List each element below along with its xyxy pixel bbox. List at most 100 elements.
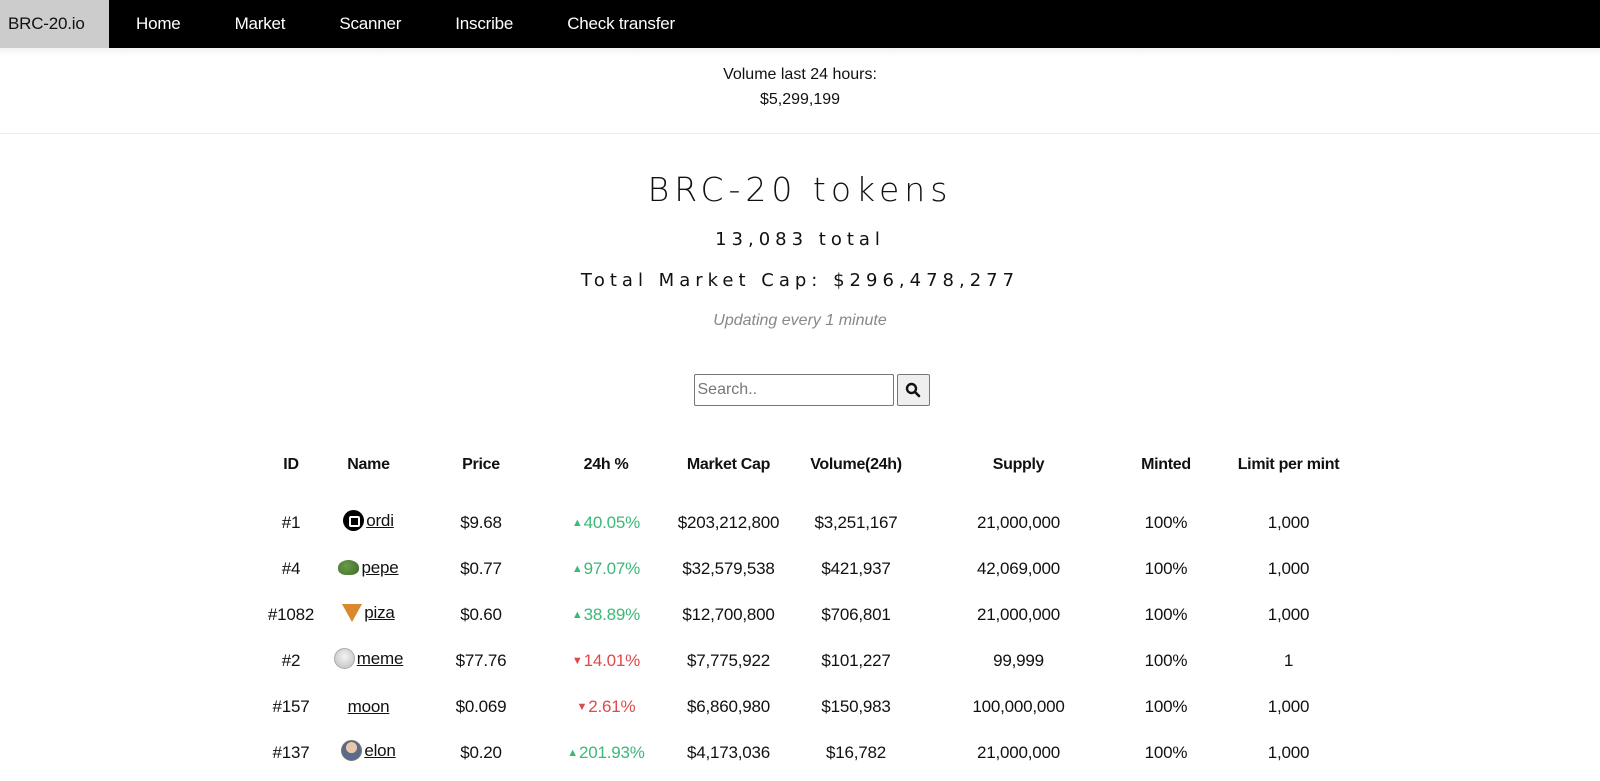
table-row[interactable]: #2 meme $77.76 ▼14.01% $7,775,922 $101,2…	[251, 638, 1371, 684]
change-value: 97.07%	[583, 559, 641, 578]
nav-item-market[interactable]: Market	[208, 0, 313, 48]
token-price: $0.60	[460, 605, 502, 624]
token-price: $77.76	[455, 651, 507, 670]
nav-item-inscribe[interactable]: Inscribe	[428, 0, 540, 48]
nav-item-check-transfer[interactable]: Check transfer	[540, 0, 702, 48]
token-minted: 100%	[1144, 697, 1188, 716]
token-market-cap: $6,860,980	[686, 697, 771, 716]
page-title: BRC-20 tokens	[647, 170, 953, 209]
token-limit-per-mint: 1,000	[1267, 605, 1310, 624]
token-name: pepe	[361, 557, 399, 577]
token-price: $0.77	[460, 559, 502, 578]
token-name: elon	[364, 740, 396, 760]
token-name-link[interactable]: piza	[342, 603, 395, 623]
elon-logo-icon	[341, 740, 363, 761]
token-minted: 100%	[1144, 513, 1188, 532]
token-name-link[interactable]: pepe	[338, 557, 399, 578]
token-name-cell: pepe	[331, 546, 406, 592]
token-minted: 100%	[1144, 605, 1188, 624]
volume-value: $5,299,199	[759, 91, 841, 108]
search-icon	[905, 382, 921, 398]
token-limit-per-mint: 1	[1283, 651, 1294, 670]
token-supply: 99,999	[993, 651, 1044, 670]
change-value: 2.61%	[588, 697, 636, 716]
token-price: $9.68	[460, 513, 502, 532]
token-market-cap: $12,700,800	[682, 605, 775, 624]
token-name-cell: piza	[331, 592, 406, 638]
table-row[interactable]: #1 ordi $9.68 ▲40.05% $203,212,800 $3,25…	[251, 488, 1371, 546]
token-name-link[interactable]: ordi	[343, 510, 394, 531]
token-name: ordi	[366, 510, 394, 530]
token-volume: $101,227	[821, 651, 891, 670]
piza-logo-icon	[342, 604, 363, 622]
nav-item-home[interactable]: Home	[109, 0, 208, 48]
token-name-link[interactable]: moon	[348, 697, 390, 717]
token-24h-change: ▲38.89%	[556, 592, 656, 638]
table-row[interactable]: #1082 piza $0.60 ▲38.89% $12,700,800 $70…	[251, 592, 1371, 638]
total-market-cap: Total Market Cap: $296,478,277	[580, 270, 1020, 291]
token-volume: $421,937	[821, 559, 891, 578]
triangle-up-icon: ▲	[571, 609, 583, 621]
column-header-volume[interactable]: Volume(24h)	[801, 442, 911, 488]
volume-summary: Volume last 24 hours: $5,299,199	[0, 48, 1600, 134]
column-header-id[interactable]: ID	[251, 442, 331, 488]
column-header-limit-per-mint[interactable]: Limit per mint	[1206, 442, 1371, 488]
token-total-count: 13,083 total	[715, 229, 885, 250]
token-id: #4	[281, 559, 301, 578]
token-name-link[interactable]: elon	[341, 740, 396, 761]
search-input[interactable]	[693, 374, 894, 406]
tokens-table: ID Name Price 24h % Market Cap Volume(24…	[251, 442, 1371, 776]
token-name: moon	[347, 697, 390, 716]
token-supply: 42,069,000	[976, 559, 1061, 578]
token-id: #1	[281, 513, 301, 532]
table-row[interactable]: #137 elon $0.20 ▲201.93% $4,173,036 $16,…	[251, 730, 1371, 776]
token-minted: 100%	[1144, 559, 1188, 578]
token-limit-per-mint: 1,000	[1267, 743, 1310, 762]
token-price: $0.069	[455, 697, 507, 716]
top-nav: BRC-20.io Home Market Scanner Inscribe C…	[0, 0, 1600, 48]
search-button[interactable]	[896, 374, 930, 406]
column-header-market-cap[interactable]: Market Cap	[656, 442, 801, 488]
table-row[interactable]: #157 moon $0.069 ▼2.61% $6,860,980 $150,…	[251, 684, 1371, 730]
change-value: 14.01%	[583, 651, 641, 670]
change-value: 38.89%	[583, 605, 641, 624]
token-24h-change: ▼14.01%	[556, 638, 656, 684]
token-volume: $3,251,167	[814, 513, 898, 532]
token-id: #2	[281, 651, 301, 670]
column-header-supply[interactable]: Supply	[911, 442, 1126, 488]
meme-logo-icon	[333, 648, 355, 669]
column-header-24h-change[interactable]: 24h %	[556, 442, 656, 488]
token-name-cell: elon	[331, 730, 406, 776]
token-name-cell: ordi	[331, 488, 406, 546]
nav-item-scanner[interactable]: Scanner	[312, 0, 428, 48]
token-limit-per-mint: 1,000	[1267, 697, 1310, 716]
token-limit-per-mint: 1,000	[1267, 559, 1310, 578]
triangle-down-icon: ▼	[571, 655, 583, 667]
nav-brand-link[interactable]: BRC-20.io	[0, 0, 109, 48]
token-market-cap: $203,212,800	[677, 513, 780, 532]
column-header-price[interactable]: Price	[406, 442, 556, 488]
table-header-row: ID Name Price 24h % Market Cap Volume(24…	[251, 442, 1371, 488]
update-interval-note: Updating every 1 minute	[713, 312, 887, 329]
change-value: 40.05%	[583, 513, 641, 532]
triangle-up-icon: ▲	[567, 747, 578, 759]
token-supply: 100,000,000	[972, 697, 1065, 716]
token-market-cap: $7,775,922	[686, 651, 771, 670]
token-24h-change: ▲201.93%	[556, 730, 656, 776]
token-name: piza	[364, 603, 395, 622]
triangle-up-icon: ▲	[571, 517, 583, 529]
table-row[interactable]: #4 pepe $0.77 ▲97.07% $32,579,538 $421,9…	[251, 546, 1371, 592]
triangle-down-icon: ▼	[576, 701, 588, 713]
token-minted: 100%	[1144, 651, 1188, 670]
token-24h-change: ▲97.07%	[556, 546, 656, 592]
search-form	[0, 374, 1600, 406]
token-name-cell: moon	[331, 684, 406, 730]
pepe-logo-icon	[338, 560, 360, 576]
token-minted: 100%	[1144, 743, 1188, 762]
token-limit-per-mint: 1,000	[1267, 513, 1310, 532]
token-market-cap: $32,579,538	[682, 559, 775, 578]
token-name-link[interactable]: meme	[333, 648, 403, 669]
column-header-name[interactable]: Name	[331, 442, 406, 488]
column-header-minted[interactable]: Minted	[1126, 442, 1206, 488]
change-value: 201.93%	[578, 743, 645, 762]
